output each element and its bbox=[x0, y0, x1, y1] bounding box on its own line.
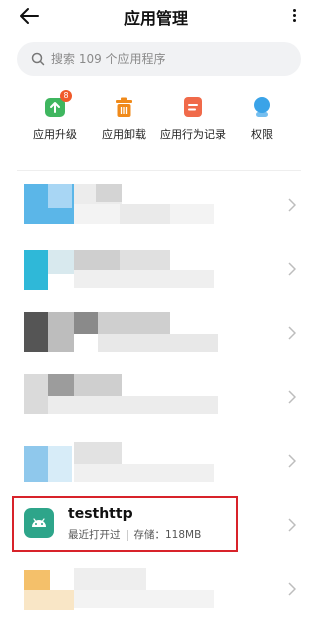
app-list-item[interactable] bbox=[0, 238, 312, 302]
blurred-content bbox=[48, 446, 72, 482]
blurred-content bbox=[74, 312, 98, 334]
top-bar: 应用管理 bbox=[0, 0, 312, 32]
quick-action-upgrade[interactable]: 8 应用升级 bbox=[15, 90, 95, 142]
blurred-content bbox=[74, 270, 214, 288]
quick-action-label: 应用行为记录 bbox=[160, 128, 226, 141]
blurred-content bbox=[48, 312, 74, 352]
trash-icon bbox=[113, 96, 135, 118]
search-bar[interactable] bbox=[17, 42, 301, 76]
blurred-content bbox=[24, 590, 74, 610]
blurred-content bbox=[74, 442, 122, 464]
blurred-app-icon bbox=[24, 374, 48, 414]
blurred-content bbox=[120, 204, 170, 224]
blurred-content bbox=[74, 464, 214, 482]
app-list-item[interactable] bbox=[0, 558, 312, 622]
app-list-item[interactable] bbox=[0, 430, 312, 494]
blurred-app-icon bbox=[24, 446, 48, 482]
divider bbox=[17, 170, 301, 171]
quick-action-label: 权限 bbox=[251, 128, 273, 141]
blurred-content bbox=[48, 396, 218, 414]
more-options-icon[interactable] bbox=[290, 7, 298, 25]
blurred-app-icon bbox=[24, 570, 50, 590]
upgrade-icon: 8 bbox=[44, 90, 72, 118]
chevron-right-icon bbox=[288, 326, 296, 340]
quick-action-label: 应用卸载 bbox=[102, 128, 146, 141]
search-icon bbox=[31, 52, 45, 66]
app-list-item[interactable] bbox=[0, 174, 312, 238]
search-input[interactable] bbox=[51, 52, 281, 66]
blurred-content bbox=[98, 334, 218, 352]
app-list-item[interactable] bbox=[0, 302, 312, 366]
chevron-right-icon bbox=[288, 518, 296, 532]
chevron-right-icon bbox=[288, 262, 296, 276]
update-count-badge: 8 bbox=[60, 90, 72, 102]
chevron-right-icon bbox=[288, 582, 296, 596]
blurred-content bbox=[96, 184, 122, 202]
chevron-right-icon bbox=[288, 198, 296, 212]
quick-action-uninstall[interactable]: 应用卸载 bbox=[84, 96, 164, 142]
page-title: 应用管理 bbox=[123, 9, 188, 28]
android-app-icon bbox=[24, 508, 54, 538]
blurred-content bbox=[74, 590, 214, 608]
blurred-content bbox=[48, 374, 74, 396]
blurred-content bbox=[120, 250, 170, 270]
blurred-content bbox=[74, 374, 122, 396]
app-list-item[interactable] bbox=[0, 366, 312, 430]
app-last-opened: 最近打开过 bbox=[68, 529, 121, 541]
blurred-content bbox=[74, 568, 146, 590]
permission-icon bbox=[251, 96, 273, 118]
quick-actions: 8 应用升级 应用卸载 应用行为记录 权限 bbox=[0, 90, 312, 156]
chevron-right-icon bbox=[288, 390, 296, 404]
quick-action-label: 应用升级 bbox=[33, 128, 77, 141]
blurred-app-icon bbox=[24, 312, 48, 352]
app-meta: 最近打开过 存储：118MB bbox=[68, 527, 201, 542]
blurred-app-icon bbox=[24, 250, 48, 290]
blurred-content bbox=[98, 312, 170, 334]
quick-action-permissions[interactable]: 权限 bbox=[222, 96, 302, 142]
blurred-content bbox=[48, 184, 72, 208]
app-storage: 存储：118MB bbox=[133, 529, 202, 541]
app-name: testhttp bbox=[68, 506, 133, 522]
chevron-right-icon bbox=[288, 454, 296, 468]
quick-action-behavior-record[interactable]: 应用行为记录 bbox=[153, 96, 233, 142]
meta-separator bbox=[126, 529, 128, 541]
blurred-content bbox=[48, 250, 74, 274]
record-icon bbox=[182, 96, 204, 118]
